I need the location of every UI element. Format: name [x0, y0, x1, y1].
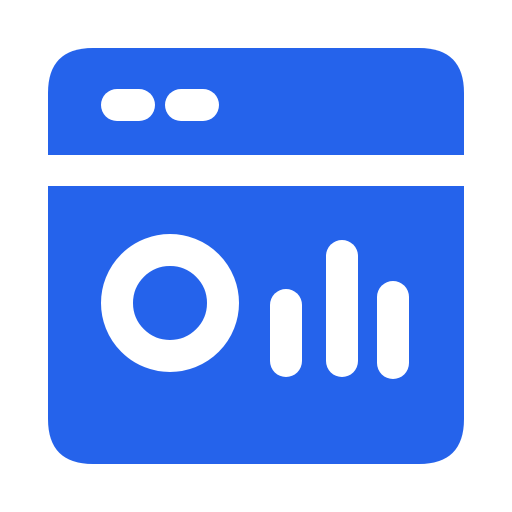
window-control-dot [101, 89, 155, 121]
icon-canvas [0, 0, 512, 512]
bar-chart-bar [377, 281, 409, 379]
bar-chart-bar [270, 289, 302, 377]
bar-chart-bar [326, 240, 358, 377]
analytics-dashboard-window-icon [48, 48, 464, 464]
window-control-dot [165, 89, 219, 121]
